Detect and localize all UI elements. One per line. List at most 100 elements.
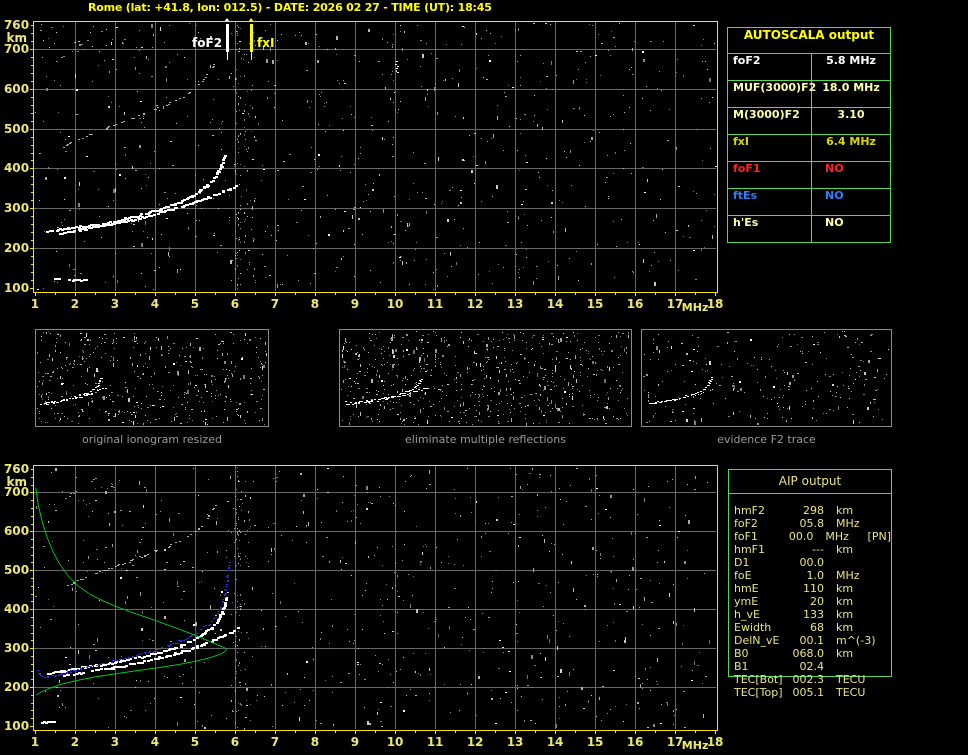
aip-table-rows: hmF2 298 km foF2 05.8 MHz foF1 00.0 MHz [PN] hmF1-… <box>729 494 891 699</box>
parameter-unit: km <box>836 647 854 660</box>
parameter-label: ftEs <box>728 189 812 215</box>
parameter-unit: km <box>836 595 854 608</box>
parameter-name: foE <box>734 569 752 582</box>
parameter-unit: MHz <box>825 530 849 543</box>
parameter-note <box>868 686 882 699</box>
parameter-name: Ewidth <box>734 621 772 634</box>
table-row: foF1 NO <box>728 161 890 188</box>
parameter-value: NO <box>825 189 844 202</box>
table-row: h'Es NO <box>728 215 890 242</box>
parameter-note <box>868 621 882 634</box>
parameter-value: 1.0 <box>806 569 825 582</box>
parameter-label: h'Es <box>728 216 812 242</box>
autoscala-window: Rome (lat: +41.8, lon: 012.5) - DATE: 20… <box>0 0 968 755</box>
parameter-name: h_vE <box>734 608 760 621</box>
parameter-name: B1 <box>734 660 749 673</box>
parameter-label: M(3000)F2 <box>728 108 812 134</box>
aip-table-title: AIP output <box>729 470 891 494</box>
table-row: foE 1.0 MHz <box>734 569 891 582</box>
table-row: foF1 00.0 MHz [PN] <box>734 530 891 543</box>
parameter-name: hmF2 <box>734 504 766 517</box>
autoscala-table-rows: foF2 5.8 MHz MUF(3000)F2 18.0 MHz M(3000)F2 3… <box>728 53 890 242</box>
parameter-value: 18.0 MHz <box>822 81 880 94</box>
parameter-value: 3.10 <box>837 108 865 121</box>
table-row: ftEs NO <box>728 188 890 215</box>
parameter-label: foF1 <box>728 162 812 188</box>
parameter-value: 5.8 MHz <box>826 54 876 67</box>
table-row: B0 068.0 km <box>734 647 891 660</box>
caption-eliminate-reflections: eliminate multiple reflections <box>405 433 566 446</box>
bottom-ionogram-plot <box>0 456 724 755</box>
page-title: Rome (lat: +41.8, lon: 012.5) - DATE: 20… <box>88 1 492 14</box>
parameter-name: DelN_vE <box>734 634 780 647</box>
parameter-note: [PN] <box>867 530 891 543</box>
parameter-note <box>868 504 882 517</box>
autoscala-table-title: AUTOSCALA output <box>743 28 875 42</box>
parameter-name: foF2 <box>734 517 758 530</box>
parameter-name: TEC[Top] <box>734 686 783 699</box>
top-ionogram-plot <box>0 14 724 312</box>
parameter-value: 005.1 <box>792 686 825 699</box>
caption-evidence-f2-trace: evidence F2 trace <box>717 433 816 446</box>
parameter-value: 133 <box>803 608 824 621</box>
parameter-unit: MHz <box>836 517 860 530</box>
parameter-note <box>868 569 882 582</box>
parameter-name: TEC[Bot] <box>734 673 783 686</box>
parameter-unit <box>824 660 868 673</box>
parameter-note <box>868 517 882 530</box>
parameter-value: 00.0 <box>788 530 814 543</box>
parameter-note <box>868 647 882 660</box>
parameter-note <box>868 660 882 673</box>
parameter-note <box>868 543 882 556</box>
parameter-value: 05.8 <box>799 517 825 530</box>
parameter-note <box>868 582 882 595</box>
parameter-note <box>868 608 882 621</box>
parameter-unit: TECU <box>836 673 866 686</box>
parameter-label: foF2 <box>728 54 812 80</box>
table-row: MUF(3000)F2 18.0 MHz <box>728 80 890 107</box>
parameter-unit: km <box>836 504 854 517</box>
table-row: TEC[Bot] 002.3 TECU <box>734 673 891 686</box>
parameter-unit: TECU <box>836 686 866 699</box>
table-row: hmE 110 km <box>734 582 891 595</box>
parameter-value: 02.4 <box>799 660 825 673</box>
parameter-note <box>868 673 882 686</box>
parameter-value: 298 <box>803 504 824 517</box>
mini-panel-eliminate-reflections <box>339 329 632 427</box>
parameter-value: --- <box>812 543 824 556</box>
aip-output-table: AIP output hmF2 298 km foF2 05.8 MHz foF1 00.0 M… <box>728 469 892 699</box>
parameter-name: hmF1 <box>734 543 766 556</box>
parameter-value: 110 <box>803 582 824 595</box>
table-row: Ewidth 68 km <box>734 621 891 634</box>
parameter-value: 00.0 <box>799 556 825 569</box>
table-row: hmF2 298 km <box>734 504 891 517</box>
parameter-value: 068.0 <box>792 647 825 660</box>
parameter-unit: km <box>836 608 854 621</box>
parameter-note <box>868 556 882 569</box>
table-row: foF2 05.8 MHz <box>734 517 891 530</box>
table-row: foF2 5.8 MHz <box>728 53 890 80</box>
autoscala-output-table: AUTOSCALA output foF2 5.8 MHz MUF(3000)F2 1… <box>727 27 891 243</box>
table-row: DelN_vE 00.1 m^(-3) <box>734 634 891 647</box>
parameter-unit <box>824 556 868 569</box>
parameter-value: 68 <box>810 621 824 634</box>
table-row: fxI 6.4 MHz <box>728 134 890 161</box>
table-row: M(3000)F2 3.10 <box>728 107 890 134</box>
table-row: TEC[Top] 005.1 TECU <box>734 686 891 699</box>
table-row: ymE 20 km <box>734 595 891 608</box>
mini-panel-original-ionogram <box>35 329 269 427</box>
parameter-name: D1 <box>734 556 750 569</box>
parameter-note <box>868 634 882 647</box>
parameter-unit: m^(-3) <box>836 634 876 647</box>
parameter-name: hmE <box>734 582 759 595</box>
caption-original-ionogram: original ionogram resized <box>82 433 222 446</box>
table-row: h_vE 133 km <box>734 608 891 621</box>
table-row: hmF1 --- km <box>734 543 891 556</box>
parameter-unit: MHz <box>836 569 860 582</box>
parameter-value: 00.1 <box>799 634 825 647</box>
parameter-label: MUF(3000)F2 <box>728 81 816 107</box>
parameter-unit: km <box>836 621 854 634</box>
parameter-name: ymE <box>734 595 759 608</box>
parameter-name: B0 <box>734 647 749 660</box>
parameter-unit: km <box>836 543 854 556</box>
